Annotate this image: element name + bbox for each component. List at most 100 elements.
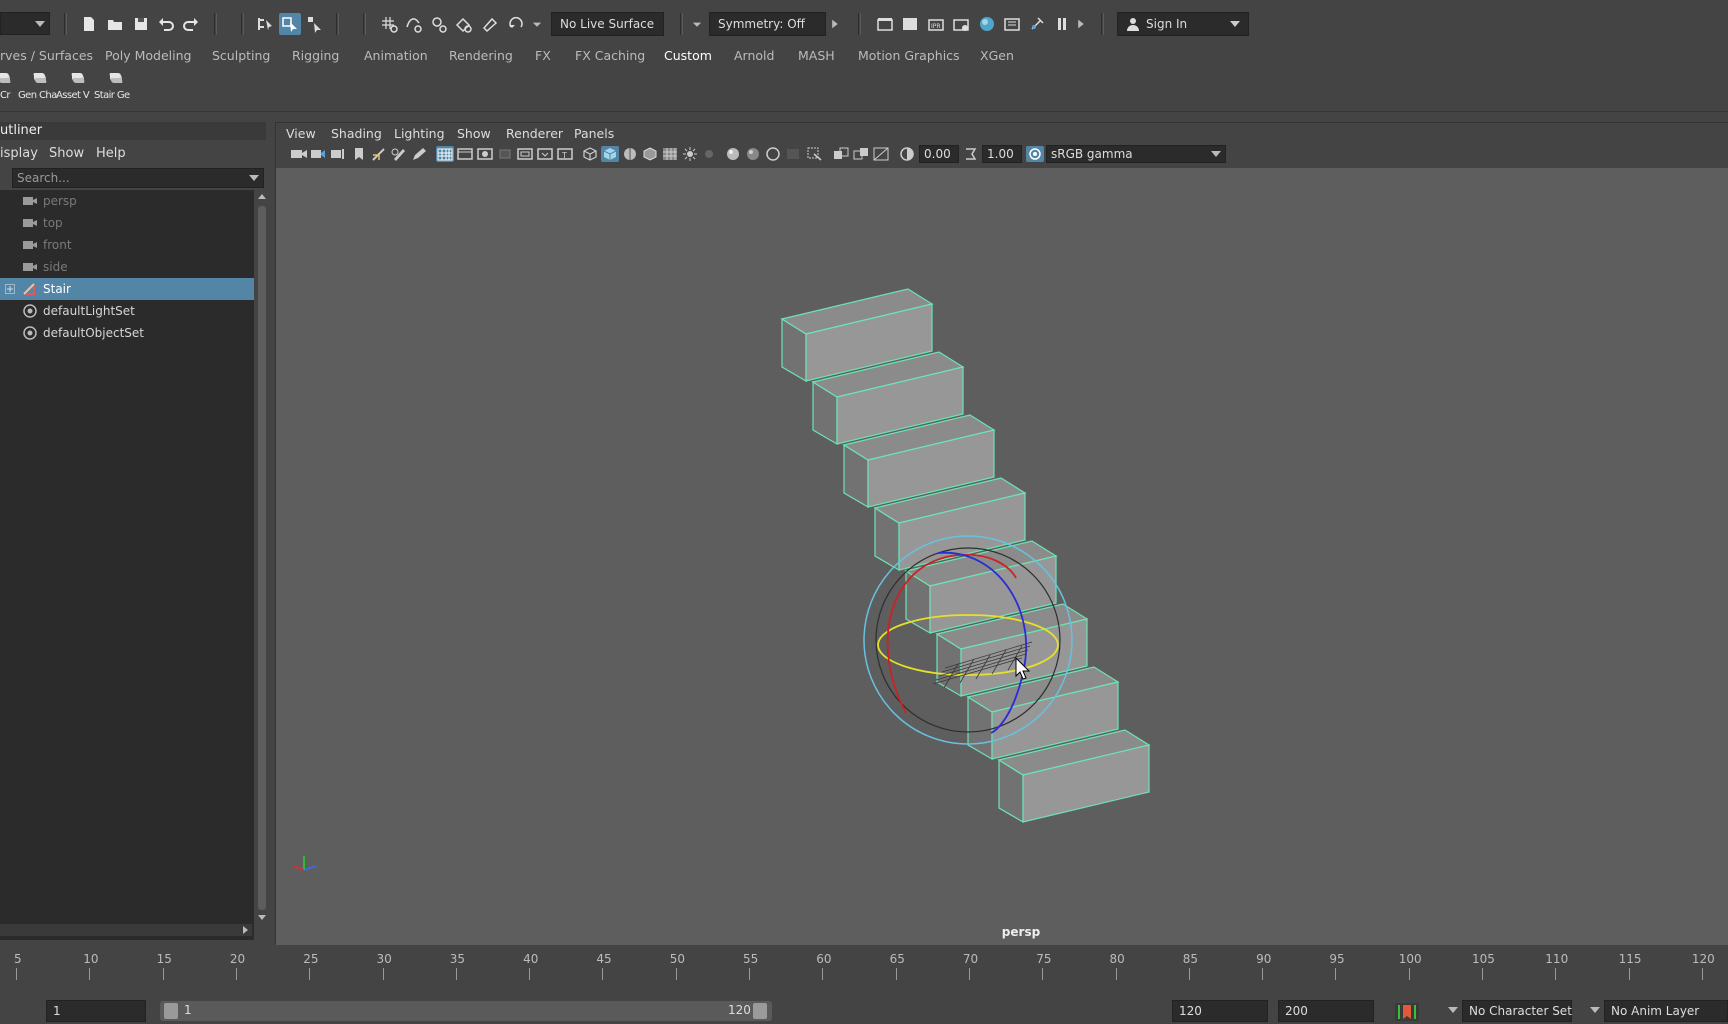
menu-set-dropdown[interactable] <box>0 12 50 35</box>
view-transform-dropdown[interactable]: sRGB gamma <box>1046 145 1226 163</box>
scroll-right-icon[interactable] <box>240 925 250 935</box>
select-by-hierarchy-icon[interactable] <box>254 13 276 35</box>
tab-rendering[interactable]: Rendering <box>449 48 513 65</box>
outliner-item-front[interactable]: front <box>0 234 254 256</box>
smooth-shade-icon[interactable] <box>601 146 619 162</box>
shelf-button-create[interactable]: Cr <box>0 68 22 108</box>
menu-renderer[interactable]: Renderer <box>506 126 563 141</box>
new-scene-icon[interactable] <box>78 13 100 35</box>
range-end-handle[interactable] <box>753 1003 767 1019</box>
tab-fx[interactable]: FX <box>535 48 551 65</box>
sign-in-dropdown[interactable]: Sign In <box>1117 12 1249 36</box>
tab-poly-modeling[interactable]: Poly Modeling <box>105 48 191 65</box>
resolution-gate-icon[interactable] <box>476 146 494 162</box>
pause-icon[interactable] <box>1051 13 1073 35</box>
tab-fx-caching[interactable]: FX Caching <box>575 48 645 65</box>
pencil-icon[interactable] <box>410 146 428 162</box>
open-scene-icon[interactable] <box>104 13 126 35</box>
render-setup-icon[interactable] <box>1001 13 1023 35</box>
ipr-render-icon[interactable]: IPR <box>925 13 947 35</box>
snap-to-curve-icon[interactable] <box>403 13 425 35</box>
tab-custom[interactable]: Custom <box>664 48 712 65</box>
snap-to-grid-icon[interactable] <box>378 13 400 35</box>
outliner-item-side[interactable]: side <box>0 256 254 278</box>
camera-attributes-icon[interactable] <box>310 146 328 162</box>
light-editor-icon[interactable] <box>1026 13 1048 35</box>
safe-title-icon[interactable]: T <box>556 146 574 162</box>
tab-arnold[interactable]: Arnold <box>734 48 774 65</box>
undo-icon[interactable] <box>155 13 177 35</box>
render-settings-icon[interactable] <box>950 13 972 35</box>
scene-canvas[interactable] <box>276 168 1728 945</box>
tab-rigging[interactable]: Rigging <box>292 48 339 65</box>
grease-pencil-icon[interactable] <box>390 146 408 162</box>
safe-action-icon[interactable] <box>536 146 554 162</box>
chevron-down-icon[interactable] <box>530 13 544 35</box>
bookmarks-icon[interactable] <box>330 146 348 162</box>
chevron-down-icon[interactable] <box>690 13 704 35</box>
ambient-occlusion-icon[interactable] <box>832 146 850 162</box>
shadows-icon[interactable] <box>701 146 719 162</box>
xray-joints-icon[interactable] <box>744 146 762 162</box>
use-all-lights-icon[interactable] <box>681 146 699 162</box>
shaded-wireframe-icon[interactable] <box>641 146 659 162</box>
select-by-component-icon[interactable] <box>304 13 326 35</box>
gamma-icon[interactable] <box>962 146 980 162</box>
outliner-item-default-light-set[interactable]: defaultLightSet <box>0 300 254 322</box>
scrollbar-thumb[interactable] <box>258 206 266 910</box>
hud-icon[interactable] <box>784 146 802 162</box>
expand-icon[interactable] <box>5 284 15 294</box>
scroll-down-icon[interactable] <box>257 912 267 922</box>
tab-xgen[interactable]: XGen <box>980 48 1014 65</box>
anti-aliasing-icon[interactable] <box>872 146 890 162</box>
gamma-field[interactable]: 1.00 <box>982 145 1022 163</box>
isolate-select-icon[interactable] <box>806 146 824 162</box>
snap-to-view-plane-icon[interactable] <box>453 13 475 35</box>
time-slider[interactable]: 5 10 15 20 25 30 35 40 45 50 55 60 65 70 75 80 85 90 95 100… <box>0 946 1728 986</box>
outliner-vertical-scrollbar[interactable] <box>256 192 268 922</box>
menu-display[interactable]: isplay <box>0 146 38 161</box>
current-frame-field[interactable]: 1 <box>46 1000 146 1022</box>
field-chart-icon[interactable] <box>516 146 534 162</box>
live-surface-field[interactable]: No Live Surface <box>551 12 664 36</box>
default-material-icon[interactable] <box>621 146 639 162</box>
select-by-object-icon[interactable] <box>279 13 301 35</box>
outliner-item-top[interactable]: top <box>0 212 254 234</box>
scroll-up-icon[interactable] <box>257 192 267 202</box>
animation-max-field[interactable]: 200 <box>1278 1000 1374 1022</box>
menu-lighting[interactable]: Lighting <box>394 126 445 141</box>
textured-icon[interactable] <box>661 146 679 162</box>
tab-animation[interactable]: Animation <box>364 48 428 65</box>
tab-sculpting[interactable]: Sculpting <box>212 48 270 65</box>
exposure-icon[interactable] <box>898 146 916 162</box>
chevron-right-icon[interactable] <box>1074 13 1088 35</box>
hypershade-icon[interactable] <box>976 13 998 35</box>
animation-end-field[interactable]: 120 <box>1172 1000 1268 1022</box>
xray-icon[interactable] <box>724 146 742 162</box>
redo-icon[interactable] <box>180 13 202 35</box>
shelf-button-gen-character[interactable]: Gen Cha <box>18 68 58 108</box>
save-scene-icon[interactable] <box>130 13 152 35</box>
range-slider[interactable]: 1 120 <box>160 1001 772 1021</box>
gate-mask-icon[interactable] <box>496 146 514 162</box>
menu-view[interactable]: View <box>286 126 316 141</box>
menu-shading[interactable]: Shading <box>331 126 382 141</box>
render-frame-icon[interactable] <box>899 13 921 35</box>
image-plane-icon[interactable] <box>350 146 368 162</box>
auto-key-icon[interactable] <box>1393 1002 1421 1022</box>
shelf-button-asset-viewer[interactable]: Asset V <box>56 68 96 108</box>
range-start-handle[interactable] <box>164 1003 178 1019</box>
menu-show[interactable]: Show <box>457 126 491 141</box>
outliner-item-persp[interactable]: persp <box>0 190 254 212</box>
menu-help[interactable]: Help <box>96 146 126 161</box>
outliner-horizontal-scrollbar[interactable] <box>0 924 252 936</box>
perspective-viewport[interactable]: persp <box>276 168 1728 945</box>
grid-icon[interactable] <box>436 146 454 162</box>
snap-to-point-icon[interactable] <box>428 13 450 35</box>
film-gate-icon[interactable] <box>456 146 474 162</box>
2d-pan-zoom-icon[interactable] <box>370 146 388 162</box>
render-view-icon[interactable] <box>874 13 896 35</box>
xray-components-icon[interactable] <box>764 146 782 162</box>
tab-motion-graphics[interactable]: Motion Graphics <box>858 48 960 65</box>
menu-panels[interactable]: Panels <box>574 126 614 141</box>
